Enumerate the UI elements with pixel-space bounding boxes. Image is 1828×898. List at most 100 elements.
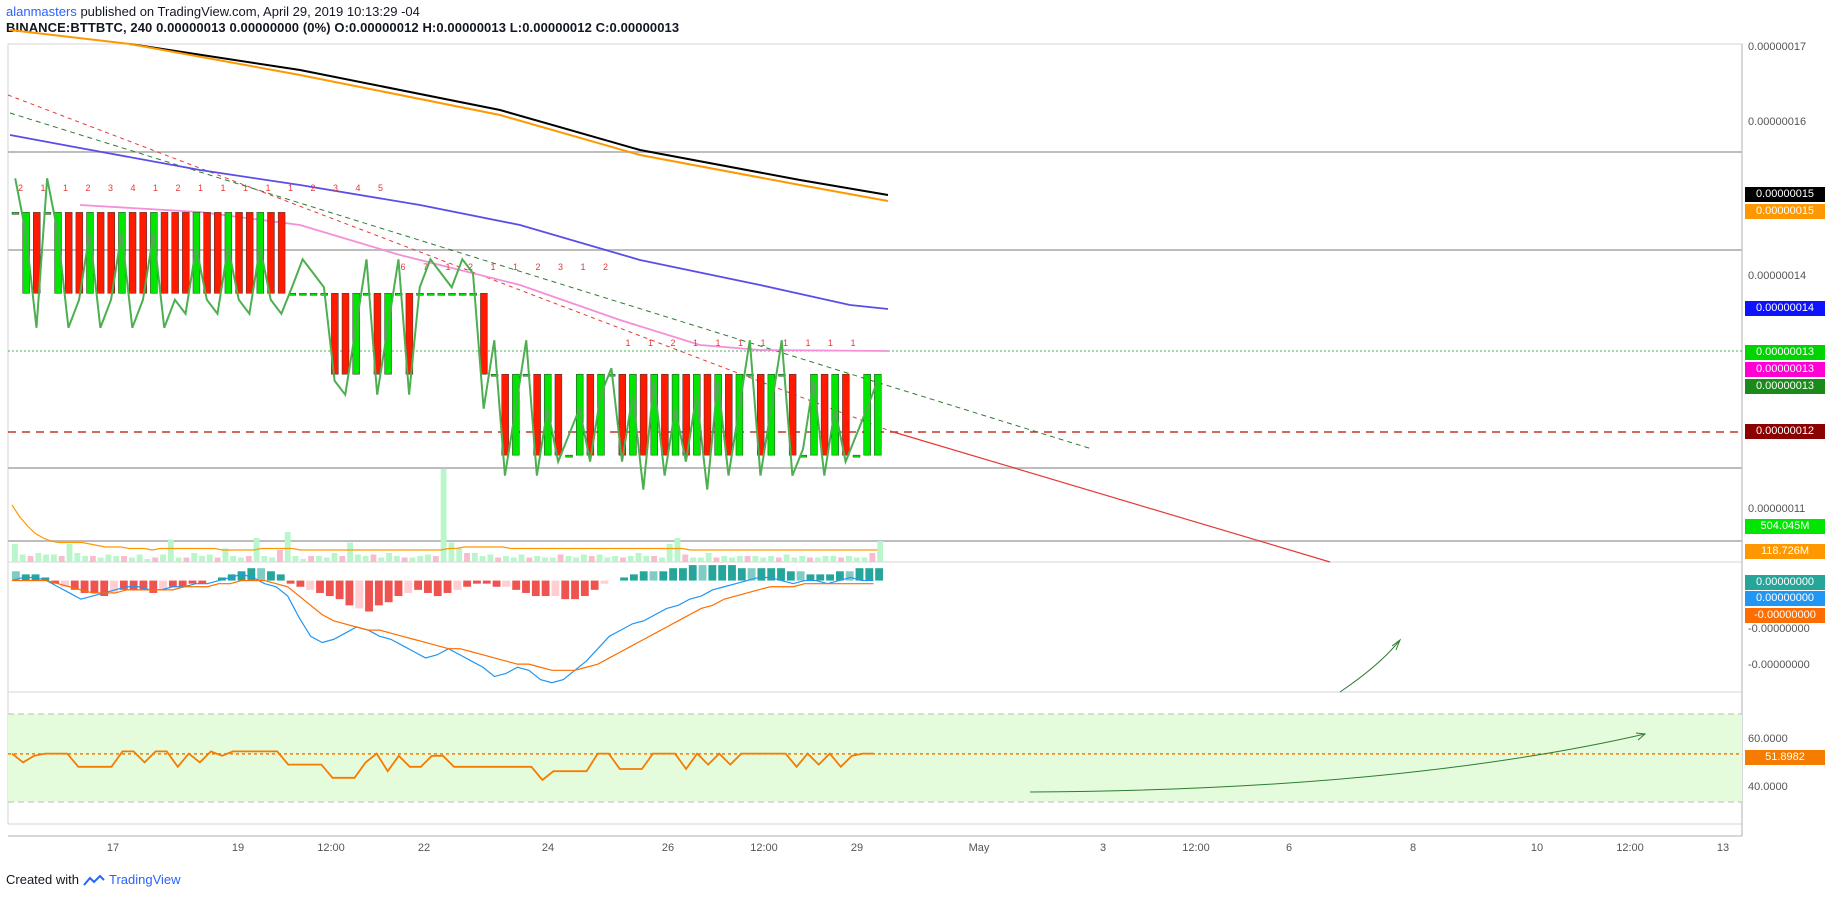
volume-bar xyxy=(643,556,650,562)
price-candle xyxy=(203,212,211,294)
macd-histogram-bar xyxy=(267,571,275,581)
volume-bar xyxy=(822,556,829,562)
price-candle xyxy=(426,293,435,296)
volume-bar xyxy=(534,556,541,562)
macd-histogram-bar xyxy=(149,580,158,593)
volume-bar xyxy=(167,539,174,562)
volume-bar xyxy=(807,557,813,562)
macd-histogram-bar xyxy=(286,580,295,584)
tradingview-link[interactable]: TradingView xyxy=(109,872,181,887)
macd-histogram-bar xyxy=(541,580,550,597)
macd-histogram-bar xyxy=(276,574,285,581)
volume-bar xyxy=(82,556,88,562)
macd-histogram-bar xyxy=(600,580,609,584)
sequence-marker-label: 2 xyxy=(176,183,181,193)
sequence-marker-label: 1 xyxy=(738,338,743,348)
price-candle xyxy=(341,293,350,375)
volume-bar xyxy=(775,557,782,562)
volume-bar xyxy=(386,553,392,562)
macd-histogram-bar xyxy=(394,580,403,597)
volume-bar xyxy=(705,553,712,562)
macd-histogram-bar xyxy=(423,580,432,593)
volume-bar xyxy=(277,550,283,562)
price-candle xyxy=(309,293,318,296)
volume-bar xyxy=(549,557,556,562)
macd-histogram-bar xyxy=(786,571,795,581)
macd-histogram-bar xyxy=(757,568,766,581)
volume-bar xyxy=(877,541,884,562)
volume-bar xyxy=(627,556,634,562)
footer: Created with TradingView xyxy=(6,872,181,887)
volume-bar xyxy=(658,557,665,562)
volume-bar xyxy=(183,557,190,562)
rsi-value-label: 51.8982 xyxy=(1745,750,1825,765)
volume-bar xyxy=(503,556,509,562)
macd-histogram-bar xyxy=(335,580,344,600)
volume-bar xyxy=(19,554,26,562)
chart-canvas[interactable]: 2 1 1 2 3 4 1 2 1 1 1 1 1 2 3 4 5 6 7 1 2 1 1 2 3 1 2 1 1 2 1 1 1 1 1 1 1 1 xyxy=(0,0,1828,898)
volume-bar xyxy=(814,557,821,562)
volume-bar xyxy=(760,557,767,562)
x-tick-label: 10 xyxy=(1530,842,1544,854)
sequence-marker-label: 3 xyxy=(108,183,113,193)
x-tick-label: 19 xyxy=(231,842,245,854)
macd-histogram-bar xyxy=(247,568,256,581)
macd-histogram-bar xyxy=(531,580,540,597)
macd-histogram-bar xyxy=(325,580,334,597)
x-tick-label: 12:00 xyxy=(1616,842,1644,854)
macd-histogram-bar xyxy=(718,565,727,581)
price-candle xyxy=(554,373,563,456)
sequence-marker-label: 1 xyxy=(491,262,496,272)
price-candle xyxy=(160,212,169,294)
volume-bar xyxy=(557,554,564,562)
sequence-marker-label: 2 xyxy=(603,262,608,272)
volume-bar xyxy=(136,554,143,562)
macd-histogram-bar xyxy=(659,571,668,581)
x-tick-label: 12:00 xyxy=(317,842,345,854)
macd-histogram-bar xyxy=(443,580,452,593)
macd-histogram-bar xyxy=(806,574,815,581)
macd-histogram-bar xyxy=(482,580,491,584)
volume-bar xyxy=(206,554,213,562)
volume-bar xyxy=(58,556,65,562)
price-candle xyxy=(820,373,829,456)
volume-bar xyxy=(573,557,580,562)
volume-bar xyxy=(791,557,798,562)
price-candle xyxy=(480,293,488,375)
macd-histogram-bar xyxy=(433,580,442,597)
volume-bar xyxy=(456,548,463,562)
macd-histogram-label: 0.00000000 xyxy=(1745,575,1825,590)
volume-bar xyxy=(674,538,681,562)
x-tick-label: 3 xyxy=(1099,842,1107,854)
price-candle xyxy=(182,212,190,294)
sequence-marker-label: 2 xyxy=(536,262,541,272)
volume-bar xyxy=(238,557,244,562)
price-candle xyxy=(214,212,222,294)
macd-histogram-bar xyxy=(845,571,854,581)
macd-histogram-bar xyxy=(168,580,177,587)
volume-bar xyxy=(721,556,728,562)
created-with-text: Created with xyxy=(6,872,79,887)
x-tick-label: 24 xyxy=(541,842,555,854)
y-tick-label: 0.00000014 xyxy=(1748,270,1807,282)
volume-bar xyxy=(315,556,322,562)
sequence-marker-label: 1 xyxy=(716,338,721,348)
macd-histogram-bar xyxy=(649,571,658,581)
volume-bar xyxy=(869,553,876,562)
x-tick-label: 26 xyxy=(661,842,675,854)
sequence-marker-label: 1 xyxy=(783,338,788,348)
ema-black-price-label: 0.00000015 xyxy=(1745,187,1825,202)
sequence-marker-label: 1 xyxy=(221,183,226,193)
macd-histogram-bar xyxy=(374,580,383,606)
volume-bar xyxy=(697,557,704,562)
volume-bar xyxy=(370,554,377,562)
volume-bar xyxy=(425,554,431,562)
macd-histogram-bar xyxy=(522,580,530,593)
volume-bar xyxy=(651,556,658,562)
volume-bar xyxy=(128,557,135,562)
macd-histogram-bar xyxy=(737,568,746,581)
macd-histogram-bar xyxy=(669,568,678,581)
macd-histogram-bar xyxy=(384,580,393,603)
macd-signal-label: -0.00000000 xyxy=(1745,608,1825,623)
price-candle xyxy=(565,454,573,458)
